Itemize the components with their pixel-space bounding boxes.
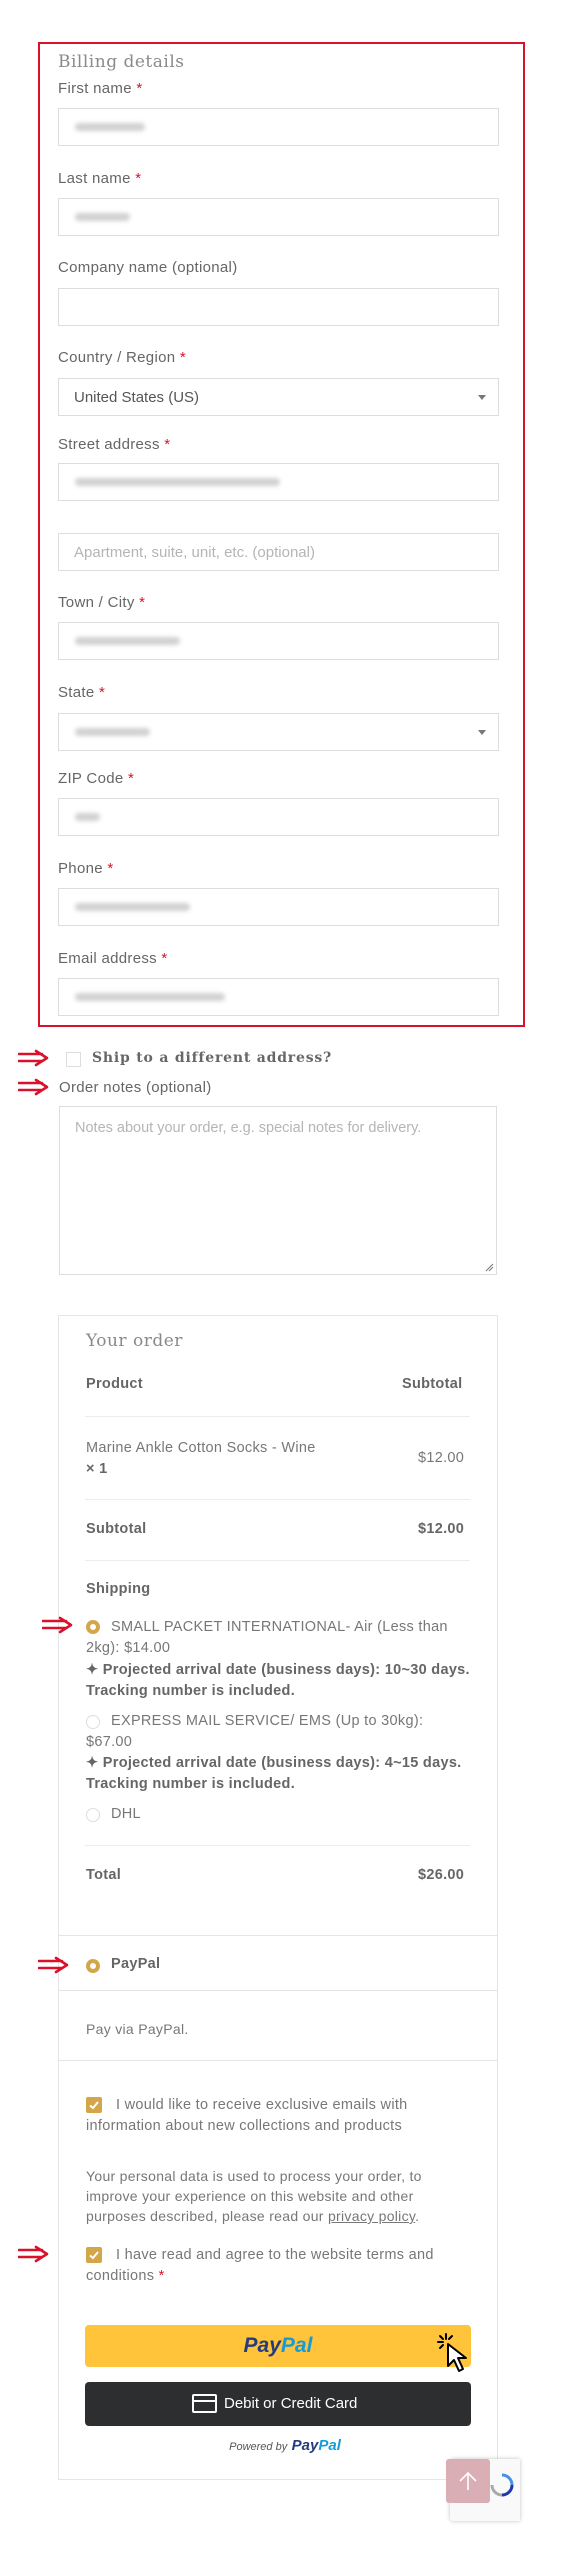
order-item-name: Marine Ankle Cotton Socks - Wine × 1 xyxy=(86,1440,316,1477)
phone-label: Phone * xyxy=(58,860,114,877)
last-name-label: Last name * xyxy=(58,170,142,187)
column-subtotal-header: Subtotal xyxy=(402,1376,463,1392)
apartment-field[interactable]: Apartment, suite, unit, etc. (optional) xyxy=(58,533,499,571)
company-name-label: Company name (optional) xyxy=(58,259,238,276)
company-name-field[interactable] xyxy=(58,288,499,326)
paypal-button[interactable]: PayPal xyxy=(85,2325,471,2367)
order-title: Your order xyxy=(86,1331,183,1351)
powered-by-paypal: Powered by PayPal xyxy=(229,2437,341,2454)
street-address-label: Street address * xyxy=(58,436,171,453)
newsletter-label[interactable]: I would like to receive exclusive emails… xyxy=(86,2095,471,2137)
order-item-price: $12.00 xyxy=(418,1450,465,1466)
arrow-up-icon xyxy=(459,2471,477,2490)
state-label: State * xyxy=(58,684,106,701)
divider xyxy=(85,1560,470,1561)
country-value: United States (US) xyxy=(74,389,200,406)
email-label: Email address * xyxy=(58,950,168,967)
credit-card-icon xyxy=(192,2394,217,2413)
paypal-logo: PayPal xyxy=(243,2334,313,2357)
debit-credit-card-button[interactable]: Debit or Credit Card xyxy=(85,2382,471,2426)
payment-paypal-radio[interactable] xyxy=(86,1959,100,1973)
total-label: Total xyxy=(86,1867,122,1883)
arrow-right-icon xyxy=(18,1049,50,1067)
column-product-header: Product xyxy=(86,1376,143,1392)
order-notes-placeholder: Notes about your order, e.g. special not… xyxy=(75,1120,422,1136)
payment-description: Pay via PayPal. xyxy=(86,2021,189,2037)
subtotal-label: Subtotal xyxy=(86,1521,147,1537)
payment-paypal-label[interactable]: PayPal xyxy=(111,1956,160,1972)
shipping-option-1-note: ✦ Projected arrival date (business days)… xyxy=(86,1662,470,1699)
first-name-field[interactable] xyxy=(58,108,499,146)
divider xyxy=(85,1499,470,1500)
divider xyxy=(85,1845,470,1846)
privacy-policy-link[interactable]: privacy policy xyxy=(328,2208,415,2224)
chevron-down-icon xyxy=(478,730,486,735)
zip-label: ZIP Code * xyxy=(58,770,135,787)
shipping-option-2-label[interactable]: EXPRESS MAIL SERVICE/ EMS (Up to 30kg): … xyxy=(86,1711,471,1753)
order-notes-textarea[interactable]: Notes about your order, e.g. special not… xyxy=(59,1106,497,1275)
arrow-right-icon xyxy=(18,2245,50,2263)
zip-field[interactable] xyxy=(58,798,499,836)
privacy-text: Your personal data is used to process yo… xyxy=(86,2168,422,2224)
city-field[interactable] xyxy=(58,622,499,660)
shipping-label: Shipping xyxy=(86,1581,151,1597)
email-field[interactable] xyxy=(58,978,499,1016)
terms-label[interactable]: I have read and agree to the website ter… xyxy=(86,2245,471,2287)
state-select[interactable] xyxy=(58,713,499,751)
street-address-field[interactable] xyxy=(58,463,499,501)
billing-title: Billing details xyxy=(58,52,185,72)
cursor-click-icon xyxy=(437,2333,467,2372)
divider xyxy=(59,1990,497,1991)
chevron-down-icon xyxy=(478,395,486,400)
arrow-right-icon xyxy=(42,1616,74,1634)
ship-different-checkbox[interactable] xyxy=(66,1052,81,1067)
country-select[interactable]: United States (US) xyxy=(58,378,499,416)
apartment-placeholder: Apartment, suite, unit, etc. (optional) xyxy=(74,544,315,561)
first-name-label: First name * xyxy=(58,80,143,97)
scroll-to-top-button[interactable] xyxy=(446,2459,490,2503)
shipping-option-3-radio[interactable] xyxy=(86,1808,100,1822)
divider xyxy=(59,1935,497,1936)
card-button-label: Debit or Credit Card xyxy=(224,2395,358,2412)
recaptcha-icon xyxy=(490,2473,514,2497)
order-notes-label: Order notes (optional) xyxy=(59,1079,212,1096)
phone-field[interactable] xyxy=(58,888,499,926)
country-label: Country / Region * xyxy=(58,349,186,366)
city-label: Town / City * xyxy=(58,594,146,611)
total-value: $26.00 xyxy=(418,1867,465,1883)
subtotal-value: $12.00 xyxy=(418,1521,465,1537)
arrow-right-icon xyxy=(38,1956,70,1974)
order-review-box xyxy=(58,1315,498,2480)
divider xyxy=(85,1416,470,1417)
shipping-option-1-label[interactable]: SMALL PACKET INTERNATIONAL- Air (Less th… xyxy=(86,1617,471,1659)
shipping-option-3-label[interactable]: DHL xyxy=(111,1806,141,1822)
last-name-field[interactable] xyxy=(58,198,499,236)
ship-different-label[interactable]: Ship to a different address? xyxy=(92,1050,332,1066)
shipping-option-2-note: ✦ Projected arrival date (business days)… xyxy=(86,1755,462,1792)
arrow-right-icon xyxy=(18,1078,50,1096)
resize-handle-icon[interactable] xyxy=(485,1263,494,1272)
divider xyxy=(59,2060,497,2061)
